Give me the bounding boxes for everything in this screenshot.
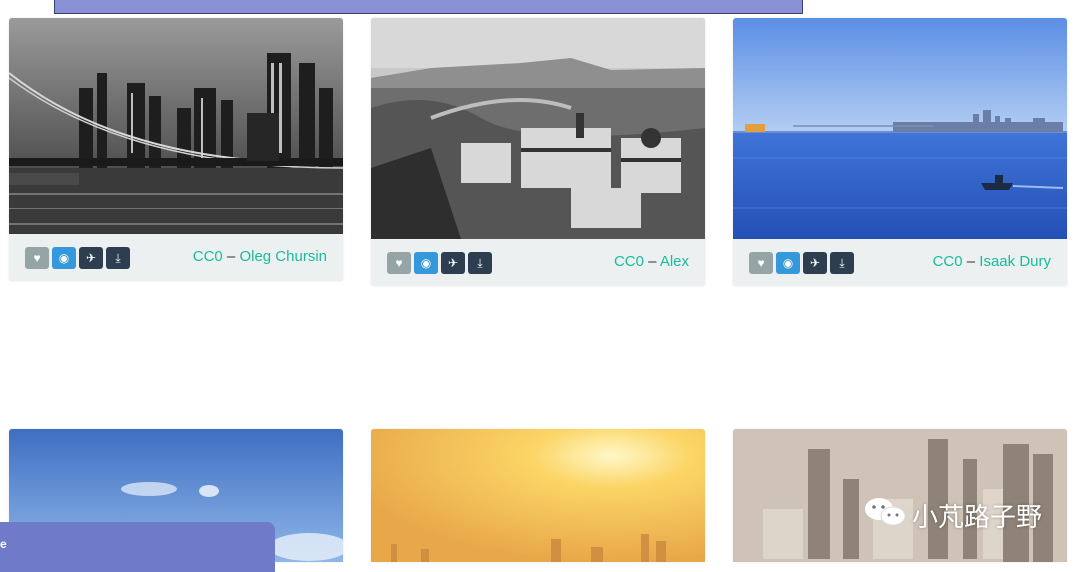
photo-card-2: ♥ ◉ ✈ ⤓ CC0 – Alex xyxy=(371,18,705,286)
view-button[interactable]: ◉ xyxy=(776,252,800,274)
author-link[interactable]: Oleg Chursin xyxy=(239,248,327,265)
credit-separator: – xyxy=(962,253,980,270)
credit-separator: – xyxy=(643,253,660,270)
photo-image[interactable] xyxy=(9,18,343,234)
heart-icon: ♥ xyxy=(757,256,765,270)
download-button[interactable]: ⤓ xyxy=(468,252,492,274)
photo-card-3: ♥ ◉ ✈ ⤓ CC0 – Isaak Dury xyxy=(733,18,1067,286)
tweet-button[interactable]: ✈ xyxy=(441,252,465,274)
twitter-icon: ✈ xyxy=(809,256,821,270)
photo-card-5 xyxy=(371,429,705,562)
download-icon: ⤓ xyxy=(477,256,483,270)
download-button[interactable]: ⤓ xyxy=(106,247,130,269)
photo-image[interactable] xyxy=(733,18,1067,239)
tweet-button[interactable]: ✈ xyxy=(79,247,103,269)
license-link[interactable]: CC0 xyxy=(614,253,644,270)
credit-separator: – xyxy=(222,248,240,265)
photo-credit: CC0 – Alex xyxy=(614,253,689,270)
license-link[interactable]: CC0 xyxy=(933,253,963,270)
photo-credit: CC0 – Isaak Dury xyxy=(933,253,1051,270)
tweet-button[interactable]: ✈ xyxy=(803,252,827,274)
photo-image[interactable] xyxy=(371,18,705,239)
photo-image[interactable] xyxy=(371,429,705,562)
heart-icon: ♥ xyxy=(395,256,403,270)
author-link[interactable]: Isaak Dury xyxy=(979,253,1051,270)
download-button[interactable]: ⤓ xyxy=(830,252,854,274)
author-link[interactable]: Alex xyxy=(660,253,689,270)
like-button[interactable]: ♥ xyxy=(749,252,773,274)
download-icon: ⤓ xyxy=(115,251,121,265)
watermark: 小芃路子野 xyxy=(864,496,1042,535)
license-link[interactable]: CC0 xyxy=(193,248,223,265)
chat-panel-label: e xyxy=(0,537,7,551)
watermark-text: 小芃路子野 xyxy=(912,502,1043,532)
photo-credit: CC0 – Oleg Chursin xyxy=(193,248,327,265)
download-icon: ⤓ xyxy=(839,256,845,270)
eye-icon: ◉ xyxy=(58,251,70,265)
chat-panel[interactable]: e xyxy=(0,522,275,572)
eye-icon: ◉ xyxy=(782,256,794,270)
photo-card-1: ♥ ◉ ✈ ⤓ CC0 – Oleg Chursin xyxy=(9,18,343,281)
heart-icon: ♥ xyxy=(33,251,41,265)
view-button[interactable]: ◉ xyxy=(414,252,438,274)
eye-icon: ◉ xyxy=(420,256,432,270)
top-banner xyxy=(54,0,803,14)
like-button[interactable]: ♥ xyxy=(25,247,49,269)
twitter-icon: ✈ xyxy=(85,251,97,265)
wechat-icon xyxy=(864,496,906,535)
like-button[interactable]: ♥ xyxy=(387,252,411,274)
twitter-icon: ✈ xyxy=(447,256,459,270)
view-button[interactable]: ◉ xyxy=(52,247,76,269)
